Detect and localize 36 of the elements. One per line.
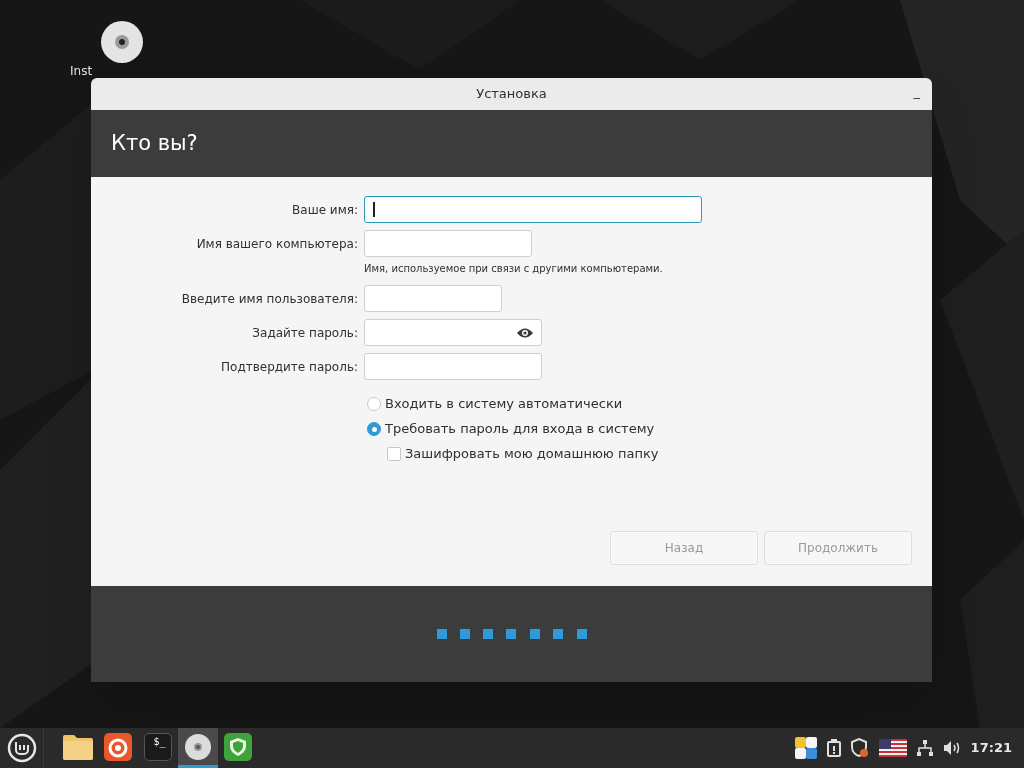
input-field[interactable]: [364, 230, 532, 257]
clock[interactable]: 17:21: [970, 738, 1012, 758]
windows-grid-icon[interactable]: [794, 737, 817, 759]
hint-text: Имя, используемое при связи с другими компьютерами.: [363, 262, 664, 276]
input-field[interactable]: [364, 285, 502, 312]
minimize-button[interactable]: _: [913, 82, 920, 102]
checkbox[interactable]: [387, 447, 401, 461]
option-label: Зашифровать мою домашнюю папку: [405, 445, 659, 464]
network-icon[interactable]: [916, 740, 933, 756]
show-password-icon[interactable]: [517, 327, 533, 338]
shield-icon[interactable]: [850, 738, 869, 758]
option-label: Входить в систему автоматически: [385, 395, 623, 414]
shield-icon: [224, 732, 252, 761]
page-title: Кто вы?: [111, 129, 198, 157]
field-label: Задайте пароль:: [251, 324, 358, 342]
volume-icon[interactable]: [942, 740, 961, 756]
flag-icon[interactable]: [878, 739, 907, 757]
input-field[interactable]: [364, 353, 542, 380]
input-field[interactable]: [364, 319, 542, 346]
taskbar-app-button[interactable]: [178, 728, 218, 768]
folder-icon: [63, 733, 93, 760]
disc-icon[interactable]: [100, 20, 144, 64]
option-label: Требовать пароль для входа в систему: [385, 420, 655, 439]
radio-button[interactable]: [367, 397, 381, 411]
input-field[interactable]: [364, 196, 702, 223]
field-label: Имя вашего компьютера:: [195, 235, 358, 253]
disc-icon: [184, 732, 212, 761]
window-title: Установка: [476, 85, 547, 104]
field-label: Ваше имя:: [291, 201, 358, 219]
radio-button[interactable]: [367, 422, 381, 436]
mint-logo-icon: [6, 733, 37, 763]
field-label: Введите имя пользователя:: [180, 290, 358, 308]
desktop-icon-label[interactable]: Inst: [70, 64, 93, 78]
browser-icon: [104, 732, 132, 761]
clipboard-icon[interactable]: [826, 739, 841, 757]
field-label: Подтвердите пароль:: [220, 358, 358, 376]
